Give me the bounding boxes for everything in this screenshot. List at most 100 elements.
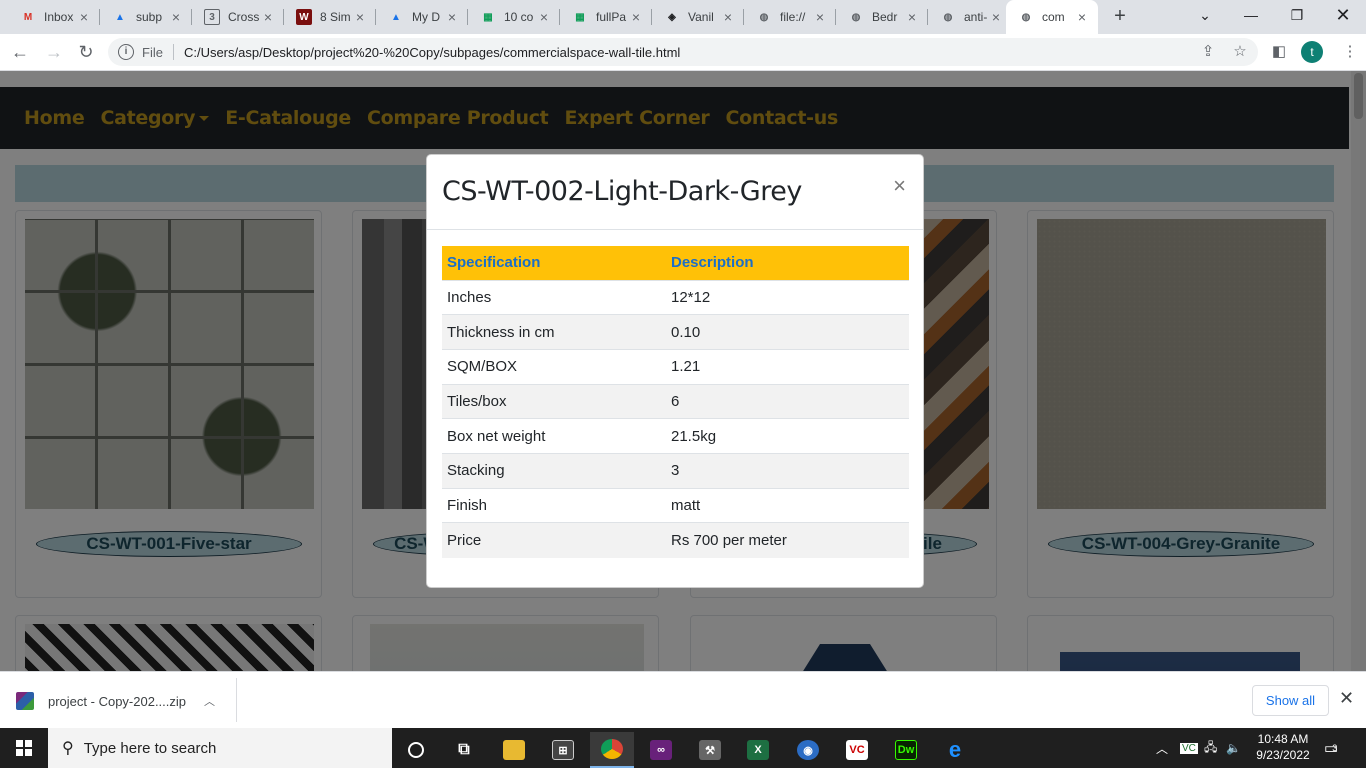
browser-tab[interactable]: ▦ 10 co × xyxy=(468,0,560,34)
app-icon[interactable]: ◉ xyxy=(786,732,830,768)
windows-taskbar: ⚲ Type here to search ⧉ ⊞ ∞ ⚒ X ◉ VC Dw … xyxy=(0,728,1366,768)
spec-value: 21.5kg xyxy=(666,418,909,454)
tab-title: file:// xyxy=(780,10,806,24)
chevron-up-icon[interactable]: ︿ xyxy=(204,693,215,709)
browser-tab[interactable]: W 8 Sim × xyxy=(284,0,376,34)
tools-icon[interactable]: ⚒ xyxy=(688,732,732,768)
reload-icon[interactable]: ↻ xyxy=(74,40,98,64)
spec-label: Tiles/box xyxy=(442,383,666,419)
spec-label: Inches xyxy=(442,279,666,315)
excel-icon[interactable]: X xyxy=(736,732,780,768)
close-window-button[interactable]: ✕ xyxy=(1320,0,1366,30)
spec-value: 6 xyxy=(666,383,909,419)
browser-tab[interactable]: ◍ Bedr × xyxy=(836,0,928,34)
edge-icon[interactable]: e xyxy=(933,732,977,768)
table-row: Box net weight 21.5kg xyxy=(442,418,909,454)
browser-tab-active[interactable]: ◍ com × xyxy=(1006,0,1098,34)
cortana-icon[interactable] xyxy=(394,732,438,768)
notification-icon[interactable]: ▭ 3 xyxy=(1324,728,1338,768)
spec-value: Rs 700 per meter xyxy=(666,522,909,558)
w-logo-icon: W xyxy=(296,9,312,25)
url-text[interactable]: C:/Users/asp/Desktop/project%20-%20Copy/… xyxy=(184,45,680,60)
spec-label: Finish xyxy=(442,487,666,523)
store-icon[interactable]: ⊞ xyxy=(541,732,585,768)
browser-tab[interactable]: M Inbox × xyxy=(8,0,100,34)
browser-tab[interactable]: ◍ anti- × xyxy=(928,0,1012,34)
modal-header: CS-WT-002-Light-Dark-Grey × xyxy=(427,155,923,230)
new-tab-button[interactable]: + xyxy=(1108,4,1132,28)
close-tab-icon[interactable]: × xyxy=(720,9,736,25)
share-icon[interactable]: ⇪ xyxy=(1198,42,1218,62)
gmail-icon: M xyxy=(23,11,33,23)
close-tab-icon[interactable]: × xyxy=(628,9,644,25)
browser-tab[interactable]: ▲ My D × xyxy=(376,0,468,34)
forward-arrow-icon[interactable]: → xyxy=(42,40,66,64)
close-tab-icon[interactable]: × xyxy=(988,9,1004,25)
close-tab-icon[interactable]: × xyxy=(444,9,460,25)
volume-icon[interactable]: 🔈 xyxy=(1226,728,1241,768)
site-info-icon[interactable]: i xyxy=(118,44,134,60)
vc-app-icon[interactable]: VC xyxy=(835,732,879,768)
tab-title: Vanil xyxy=(688,10,714,24)
address-bar[interactable]: i File C:/Users/asp/Desktop/project%20-%… xyxy=(108,38,1258,66)
scheme-label: File xyxy=(142,44,163,60)
close-icon[interactable]: × xyxy=(893,173,906,199)
spec-value: 1.21 xyxy=(666,348,909,385)
close-tab-icon[interactable]: × xyxy=(536,9,552,25)
spec-value: matt xyxy=(666,487,909,523)
close-icon[interactable]: ✕ xyxy=(1339,688,1354,709)
maximize-button[interactable]: ❐ xyxy=(1274,0,1320,30)
profile-avatar[interactable]: t xyxy=(1301,41,1323,63)
close-tab-icon[interactable]: × xyxy=(812,9,828,25)
browser-tab-strip: M Inbox × ▲ subp × 3 Cross × W 8 Sim × ▲… xyxy=(0,0,1366,34)
tray-chevron-up-icon[interactable]: ︿ xyxy=(1156,728,1168,768)
download-item[interactable]: project - Copy-202....zip ︿ xyxy=(16,682,236,720)
close-tab-icon[interactable]: × xyxy=(260,9,276,25)
browser-tab[interactable]: ▲ subp × xyxy=(100,0,192,34)
start-button[interactable] xyxy=(0,728,48,768)
table-row: Inches 12*12 xyxy=(442,279,909,315)
close-tab-icon[interactable]: × xyxy=(352,9,368,25)
show-all-button[interactable]: Show all xyxy=(1252,685,1329,716)
column-header-description: Description xyxy=(666,246,909,280)
close-tab-icon[interactable]: × xyxy=(1074,9,1090,25)
visual-studio-icon[interactable]: ∞ xyxy=(639,732,683,768)
tab-title: anti- xyxy=(964,10,988,24)
tab-title: 8 Sim xyxy=(320,10,351,24)
browser-tab[interactable]: ◈ Vanil × xyxy=(652,0,744,34)
browser-tab[interactable]: ▦ fullPa × xyxy=(560,0,652,34)
spec-label: Price xyxy=(442,522,666,558)
browser-tab[interactable]: ◍ file:// × xyxy=(744,0,836,34)
close-tab-icon[interactable]: × xyxy=(904,9,920,25)
column-header-specification: Specification xyxy=(442,246,666,280)
page-viewport: Home Category E-Catalouge Compare Produc… xyxy=(0,71,1366,671)
browser-tab[interactable]: 3 Cross × xyxy=(192,0,284,34)
close-tab-icon[interactable]: × xyxy=(76,9,92,25)
taskbar-clock[interactable]: 10:48 AM 9/23/2022 xyxy=(1248,731,1318,763)
tab-search-chevron-icon[interactable]: ⌄ xyxy=(1182,0,1228,30)
file-explorer-icon[interactable] xyxy=(492,732,536,768)
back-arrow-icon[interactable]: ← xyxy=(8,40,32,64)
spec-value: 3 xyxy=(666,452,909,489)
spec-table: Specification Description Inches 12*12 Th… xyxy=(442,246,909,558)
globe-icon: ◍ xyxy=(943,11,953,23)
chrome-icon[interactable] xyxy=(590,732,634,768)
spec-label: SQM/BOX xyxy=(442,348,666,385)
close-tab-icon[interactable]: × xyxy=(168,9,184,25)
search-placeholder: Type here to search xyxy=(83,739,217,757)
side-panel-icon[interactable]: ◧ xyxy=(1269,42,1289,62)
minimize-button[interactable]: — xyxy=(1228,0,1274,30)
taskbar-search[interactable]: ⚲ Type here to search xyxy=(48,728,392,768)
menu-kebab-icon[interactable]: ⋮ xyxy=(1340,42,1360,62)
globe-icon: ◍ xyxy=(851,11,861,23)
download-bar: project - Copy-202....zip ︿ Show all ✕ xyxy=(0,671,1366,728)
dreamweaver-icon[interactable]: Dw xyxy=(884,732,928,768)
bookmark-star-icon[interactable]: ☆ xyxy=(1230,42,1250,62)
tab-title: fullPa xyxy=(596,10,627,24)
task-view-icon[interactable]: ⧉ xyxy=(442,732,486,768)
spec-label: Box net weight xyxy=(442,418,666,454)
clock-time: 10:48 AM xyxy=(1257,732,1309,746)
tray-app-icon[interactable]: VC xyxy=(1180,728,1198,768)
network-icon[interactable]: 🖧 xyxy=(1204,728,1217,768)
product-spec-modal: CS-WT-002-Light-Dark-Grey × Specificatio… xyxy=(426,154,924,588)
